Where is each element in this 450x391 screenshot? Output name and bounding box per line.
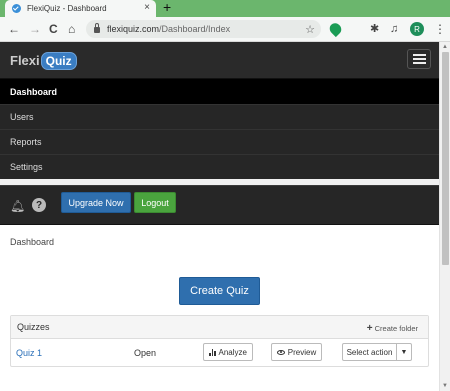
forward-icon[interactable]: → [29, 21, 41, 37]
quiz-row: Quiz 1 Open Analyze Preview Select actio… [11, 339, 428, 367]
plus-icon: + [366, 323, 373, 334]
scroll-down-icon[interactable]: ▼ [442, 383, 448, 389]
breadcrumb: Dashboard [10, 237, 55, 247]
logout-button[interactable]: Logout [134, 192, 176, 213]
browser-toolbar: ← → C ⌂ flexiquiz.com/Dashboard/Index ☆ … [0, 17, 450, 42]
main-menu: Dashboard Users Reports Settings [0, 79, 439, 179]
home-icon[interactable]: ⌂ [68, 21, 75, 37]
menu-item-reports[interactable]: Reports [0, 129, 439, 154]
extensions-puzzle-icon[interactable]: ✱ [370, 21, 379, 37]
quizzes-panel-header: Quizzes + Create folder [11, 316, 428, 339]
caret-down-icon[interactable]: ▼ [396, 343, 412, 361]
logo-text-quiz: Quiz [40, 51, 77, 70]
select-action-button[interactable]: Select action [342, 343, 397, 361]
upgrade-now-button[interactable]: Upgrade Now [61, 192, 131, 213]
browser-menu-icon[interactable]: ⋮ [434, 21, 446, 37]
bar-chart-icon [209, 348, 216, 356]
scrollbar-thumb[interactable] [442, 52, 449, 265]
scroll-up-icon[interactable]: ▲ [442, 44, 448, 50]
page: Flexi Quiz Dashboard Users Reports Setti… [0, 42, 439, 391]
menu-item-dashboard[interactable]: Dashboard [0, 79, 439, 104]
eye-icon [276, 349, 285, 355]
main-content: Dashboard Create Quiz Quizzes + Create fo… [0, 225, 439, 391]
preview-label: Preview [287, 347, 317, 357]
help-icon[interactable]: ? [32, 198, 46, 212]
url-domain: flexiquiz.com [107, 24, 160, 34]
logo-text-flexi: Flexi [10, 53, 40, 68]
tab-close-icon[interactable]: × [144, 2, 150, 13]
hamburger-menu-icon[interactable] [407, 49, 431, 69]
media-icon[interactable]: ♫ [390, 21, 398, 37]
menu-item-settings[interactable]: Settings [0, 154, 439, 179]
tab-title: FlexiQuiz - Dashboard [27, 4, 107, 13]
quizzes-panel: Quizzes + Create folder Quiz 1 Open Analy… [10, 315, 429, 367]
quiz-status: Open [134, 348, 157, 358]
browser-tab-strip: FlexiQuiz - Dashboard × + [0, 0, 450, 17]
create-folder-link[interactable]: + Create folder [367, 323, 418, 334]
top-navbar: Flexi Quiz [0, 42, 439, 79]
panel-title: Quizzes [17, 322, 50, 332]
create-folder-label: Create folder [374, 324, 418, 333]
analyze-button[interactable]: Analyze [203, 343, 253, 361]
preview-button[interactable]: Preview [271, 343, 322, 361]
extension-icon[interactable] [327, 20, 344, 38]
lock-icon [94, 23, 100, 33]
new-tab-icon[interactable]: + [163, 0, 171, 15]
browser-tab[interactable]: FlexiQuiz - Dashboard × [5, 0, 156, 17]
address-bar[interactable]: flexiquiz.com/Dashboard/Index ☆ [86, 20, 321, 38]
flexiquiz-favicon-icon [12, 4, 21, 13]
flexiquiz-logo[interactable]: Flexi Quiz [10, 50, 77, 71]
analyze-label: Analyze [218, 347, 247, 357]
page-scrollbar[interactable]: ▲ ▼ [439, 42, 450, 391]
back-icon[interactable]: ← [8, 21, 20, 37]
reload-icon[interactable]: C [49, 21, 58, 37]
bookmark-star-icon[interactable]: ☆ [305, 23, 315, 36]
url-path: /Dashboard/Index [159, 24, 231, 34]
account-actions-bar: 🔔︎ ? Upgrade Now Logout [0, 185, 439, 225]
bell-icon[interactable]: 🔔︎ [10, 199, 25, 213]
menu-item-users[interactable]: Users [0, 104, 439, 129]
quiz-name-link[interactable]: Quiz 1 [16, 348, 42, 358]
profile-avatar[interactable]: R [410, 22, 424, 36]
create-quiz-button[interactable]: Create Quiz [179, 277, 260, 305]
